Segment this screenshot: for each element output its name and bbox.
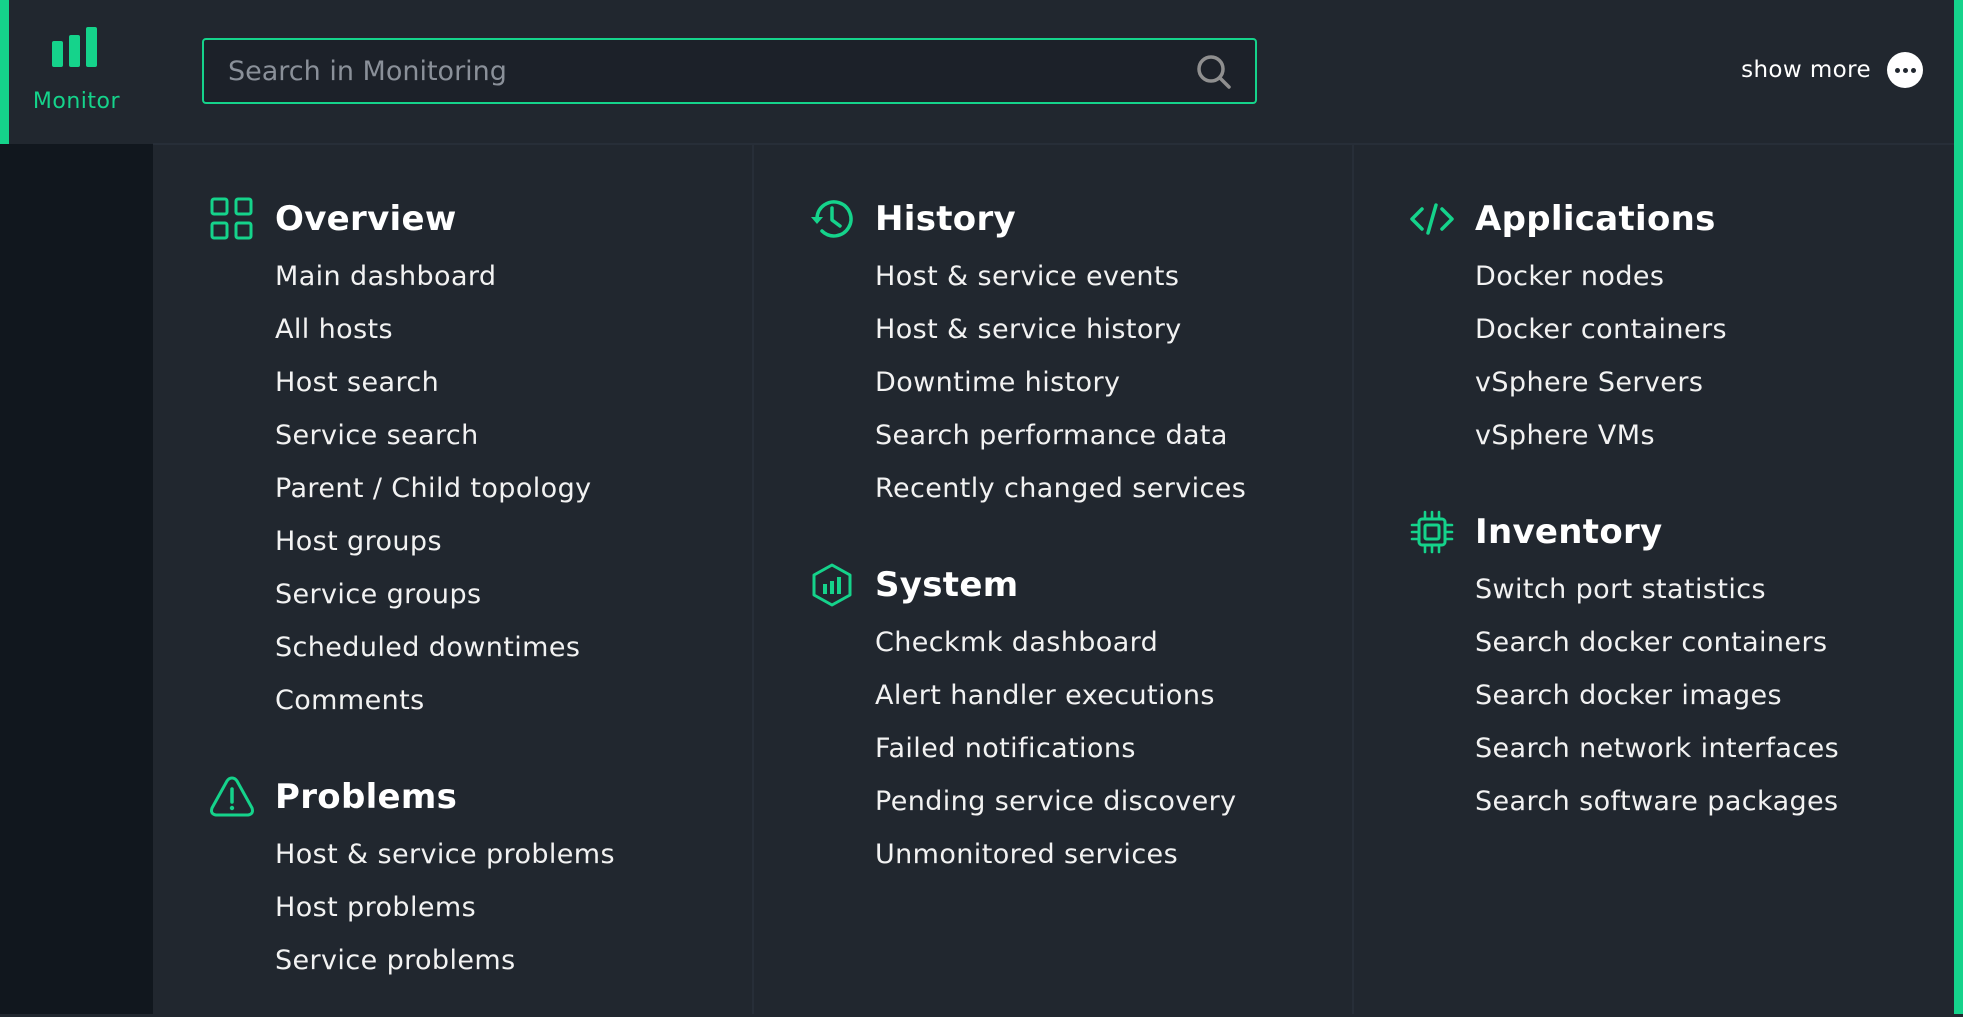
sidebar-rail [0, 144, 153, 1014]
section-system: System Checkmk dashboard Alert handler e… [806, 555, 1366, 881]
menu-column-1: Overview Main dashboard All hosts Host s… [206, 145, 766, 1017]
menu-item-docker-containers[interactable]: Docker containers [1406, 303, 1963, 356]
grid-icon [210, 197, 253, 240]
menu-item-search-performance-data[interactable]: Search performance data [806, 409, 1366, 462]
menu-item-search-docker-images[interactable]: Search docker images [1406, 669, 1963, 722]
menu-column-2: History Host & service events Host & ser… [806, 145, 1366, 911]
chip-icon [1410, 510, 1454, 554]
menu-item-service-problems[interactable]: Service problems [206, 934, 766, 987]
menu-item-search-software-packages[interactable]: Search software packages [1406, 775, 1963, 828]
menu-item-parent-child-topology[interactable]: Parent / Child topology [206, 462, 766, 515]
menu-item-vsphere-vms[interactable]: vSphere VMs [1406, 409, 1963, 462]
menu-item-unmonitored-services[interactable]: Unmonitored services [806, 828, 1366, 881]
more-dots-icon [1887, 52, 1923, 88]
menu-item-all-hosts[interactable]: All hosts [206, 303, 766, 356]
section-title: Overview [275, 199, 457, 239]
section-problems: Problems Host & service problems Host pr… [206, 767, 766, 987]
menu-item-host-service-history[interactable]: Host & service history [806, 303, 1366, 356]
menu-item-host-service-problems[interactable]: Host & service problems [206, 828, 766, 881]
menu-item-docker-nodes[interactable]: Docker nodes [1406, 250, 1963, 303]
search-field[interactable] [202, 38, 1257, 104]
system-icon [812, 563, 852, 607]
menu-item-failed-notifications[interactable]: Failed notifications [806, 722, 1366, 775]
menu-item-vsphere-servers[interactable]: vSphere Servers [1406, 356, 1963, 409]
section-title: Inventory [1475, 512, 1663, 552]
menu-item-comments[interactable]: Comments [206, 674, 766, 727]
menu-item-alert-handler-executions[interactable]: Alert handler executions [806, 669, 1366, 722]
section-title: Problems [275, 777, 458, 817]
nav-monitor-label: Monitor [32, 89, 121, 114]
warning-icon [210, 776, 254, 817]
show-more-button[interactable]: show more [1741, 50, 1923, 90]
menu-item-pending-service-discovery[interactable]: Pending service discovery [806, 775, 1366, 828]
menu-item-host-search[interactable]: Host search [206, 356, 766, 409]
section-applications: Applications Docker nodes Docker contain… [1406, 189, 1963, 462]
search-input[interactable] [204, 40, 1164, 102]
nav-monitor-button[interactable]: Monitor [0, 0, 153, 144]
menu-item-service-search[interactable]: Service search [206, 409, 766, 462]
section-title: Applications [1475, 199, 1716, 239]
menu-item-switch-port-statistics[interactable]: Switch port statistics [1406, 563, 1963, 616]
section-inventory: Inventory Switch port statistics Search … [1406, 502, 1963, 828]
code-icon [1410, 203, 1454, 235]
section-overview: Overview Main dashboard All hosts Host s… [206, 189, 766, 727]
section-title: System [875, 565, 1019, 605]
menu-item-checkmk-dashboard[interactable]: Checkmk dashboard [806, 616, 1366, 669]
menu-item-downtime-history[interactable]: Downtime history [806, 356, 1366, 409]
section-history: History Host & service events Host & ser… [806, 189, 1366, 515]
menu-item-scheduled-downtimes[interactable]: Scheduled downtimes [206, 621, 766, 674]
menu-column-3: Applications Docker nodes Docker contain… [1406, 145, 1963, 858]
menu-item-host-groups[interactable]: Host groups [206, 515, 766, 568]
history-icon [811, 200, 853, 238]
menu-item-service-groups[interactable]: Service groups [206, 568, 766, 621]
menu-item-host-problems[interactable]: Host problems [206, 881, 766, 934]
bar-chart-icon [52, 27, 97, 67]
menu-item-search-docker-containers[interactable]: Search docker containers [1406, 616, 1963, 669]
show-more-label: show more [1741, 57, 1871, 83]
menu-item-main-dashboard[interactable]: Main dashboard [206, 250, 766, 303]
search-icon[interactable] [1195, 53, 1233, 91]
section-title: History [875, 199, 1016, 239]
menu-item-search-network-interfaces[interactable]: Search network interfaces [1406, 722, 1963, 775]
menu-item-recently-changed-services[interactable]: Recently changed services [806, 462, 1366, 515]
menu-item-host-service-events[interactable]: Host & service events [806, 250, 1366, 303]
active-indicator [0, 0, 9, 144]
